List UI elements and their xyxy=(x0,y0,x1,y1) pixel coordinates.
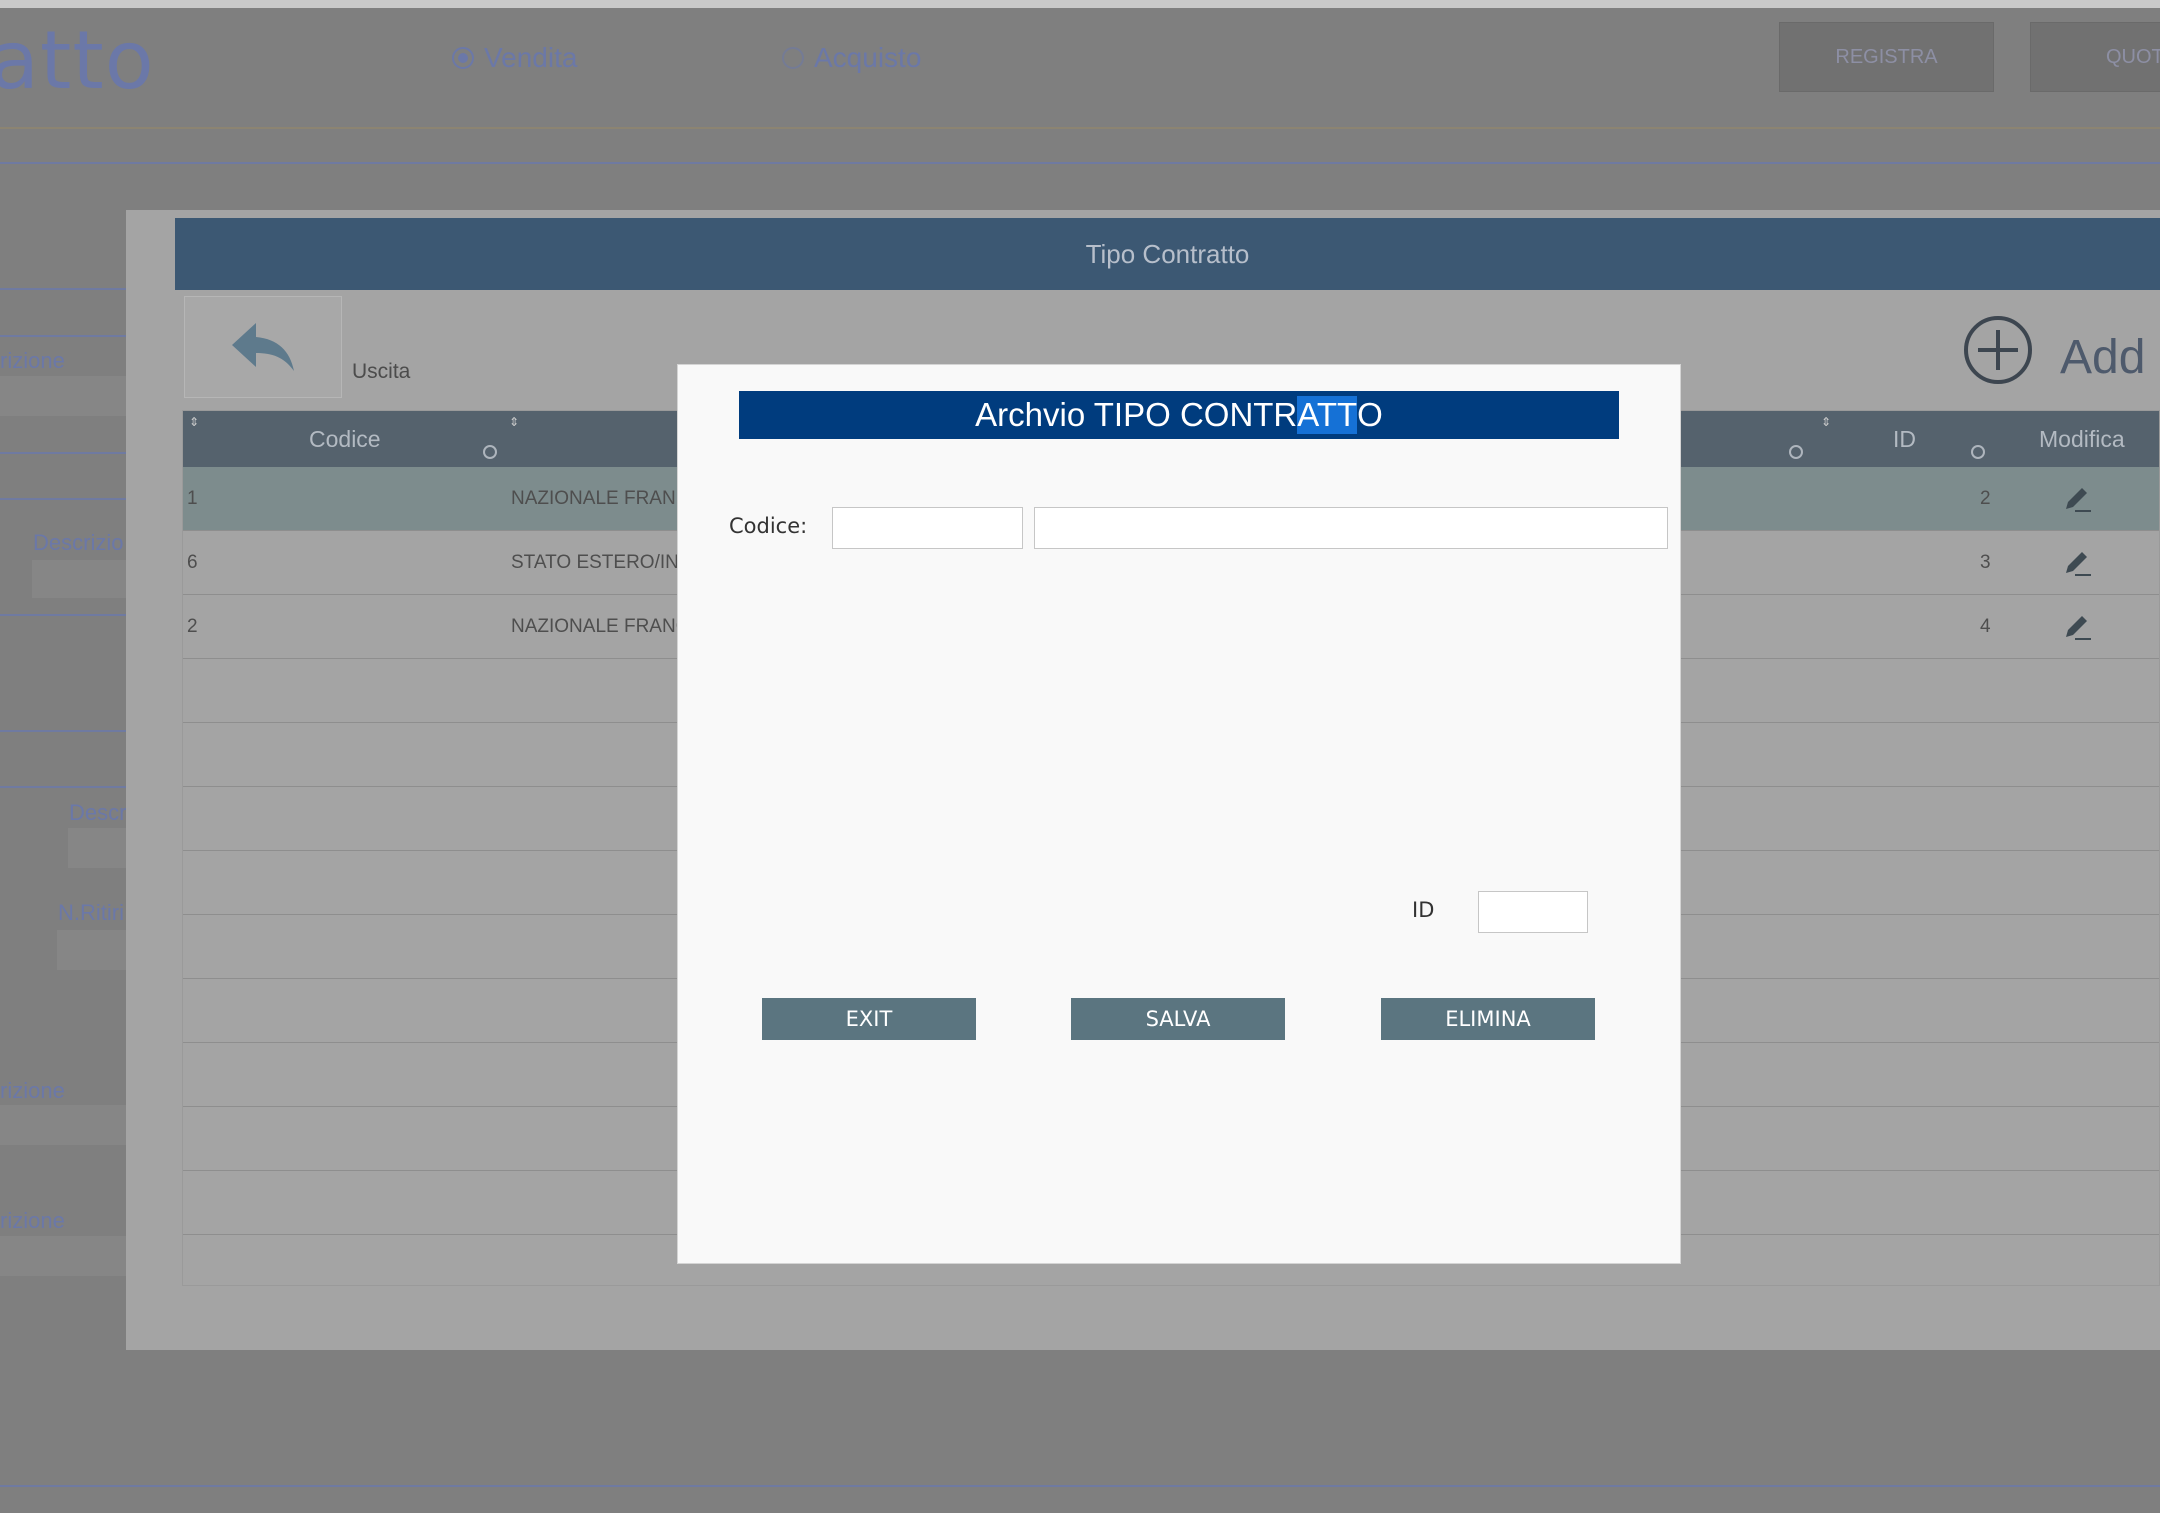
dialog-title-text-end: O xyxy=(1357,396,1383,433)
codice-input[interactable] xyxy=(832,507,1023,549)
cell-code: 2 xyxy=(187,616,198,637)
filter-icon[interactable] xyxy=(483,445,497,459)
sort-icon[interactable]: ⇕ xyxy=(1821,415,1831,429)
divider xyxy=(0,1485,2160,1487)
dialog-title: Archvio TIPO CONTR ATT O xyxy=(739,391,1619,439)
filter-icon[interactable] xyxy=(1789,445,1803,459)
divider xyxy=(0,498,126,500)
id-input[interactable] xyxy=(1478,891,1588,933)
bg-label: rizione xyxy=(0,348,65,373)
bg-field xyxy=(32,560,126,598)
divider xyxy=(0,614,126,616)
edit-pencil-icon[interactable] xyxy=(2063,485,2093,513)
reply-arrow-icon xyxy=(232,323,294,371)
divider xyxy=(0,127,2160,129)
salva-button[interactable]: SALVA xyxy=(1071,998,1285,1040)
radio-vendita-label: Vendita xyxy=(484,42,578,73)
bg-label: N.Ritiri xyxy=(58,900,124,925)
cell-code: 6 xyxy=(187,552,198,573)
radio-selected-icon xyxy=(452,47,474,69)
bg-field xyxy=(68,828,126,868)
cell-id: 4 xyxy=(1980,616,1991,637)
add-button[interactable]: Add xyxy=(2060,330,2145,385)
column-header-codice[interactable]: Codice xyxy=(309,411,381,467)
bg-field xyxy=(0,1236,126,1276)
back-label: Uscita xyxy=(352,360,411,383)
divider xyxy=(0,452,126,454)
cell-description: NAZIONALE FRANC xyxy=(511,616,690,637)
id-label: ID xyxy=(1412,898,1435,922)
bg-label: rizione xyxy=(0,1078,65,1103)
edit-pencil-icon[interactable] xyxy=(2063,549,2093,577)
divider xyxy=(0,335,126,337)
column-header-id[interactable]: ID xyxy=(1893,411,1916,467)
quot-button[interactable]: QUOT xyxy=(2030,22,2160,92)
cell-code: 1 xyxy=(187,488,198,509)
radio-unselected-icon xyxy=(782,47,804,69)
archive-dialog: Archvio TIPO CONTR ATT O Codice: ID EXIT S… xyxy=(677,364,1681,1264)
radio-acquisto-label: Acquisto xyxy=(814,42,922,73)
back-button[interactable] xyxy=(184,296,342,398)
sort-icon[interactable]: ⇕ xyxy=(509,415,519,429)
panel-title: Tipo Contratto xyxy=(175,218,2160,290)
cell-id: 3 xyxy=(1980,552,1991,573)
radio-vendita[interactable]: Vendita xyxy=(452,42,577,74)
codice-label: Codice: xyxy=(729,514,808,538)
bg-field xyxy=(0,1105,126,1145)
cell-id: 2 xyxy=(1980,488,1991,509)
cell-description: STATO ESTERO/INT xyxy=(511,552,691,573)
cell-description: NAZIONALE FRAN xyxy=(511,488,676,509)
bg-label: rizione xyxy=(0,1208,65,1233)
bg-field xyxy=(57,930,126,970)
bg-label: Descr xyxy=(69,800,127,825)
descrizione-input[interactable] xyxy=(1034,507,1668,549)
registra-button[interactable]: REGISTRA xyxy=(1779,22,1994,92)
top-border xyxy=(0,0,2160,8)
bg-field xyxy=(0,376,126,416)
column-header-modifica: Modifica xyxy=(2039,425,2125,452)
filter-icon[interactable] xyxy=(1971,445,1985,459)
divider xyxy=(0,162,2160,164)
elimina-button[interactable]: ELIMINA xyxy=(1381,998,1595,1040)
page-title: atto xyxy=(0,14,155,107)
divider xyxy=(0,786,126,788)
radio-acquisto[interactable]: Acquisto xyxy=(782,42,921,74)
bg-label: Descrizio xyxy=(33,530,124,555)
dialog-title-selection: ATT xyxy=(1297,396,1358,434)
divider xyxy=(0,730,126,732)
edit-pencil-icon[interactable] xyxy=(2063,613,2093,641)
exit-button[interactable]: EXIT xyxy=(762,998,976,1040)
divider xyxy=(0,288,126,290)
sort-icon[interactable]: ⇕ xyxy=(189,415,199,429)
add-circle-icon[interactable] xyxy=(1962,314,2034,386)
dialog-title-text: Archvio TIPO CONTR xyxy=(975,396,1298,433)
